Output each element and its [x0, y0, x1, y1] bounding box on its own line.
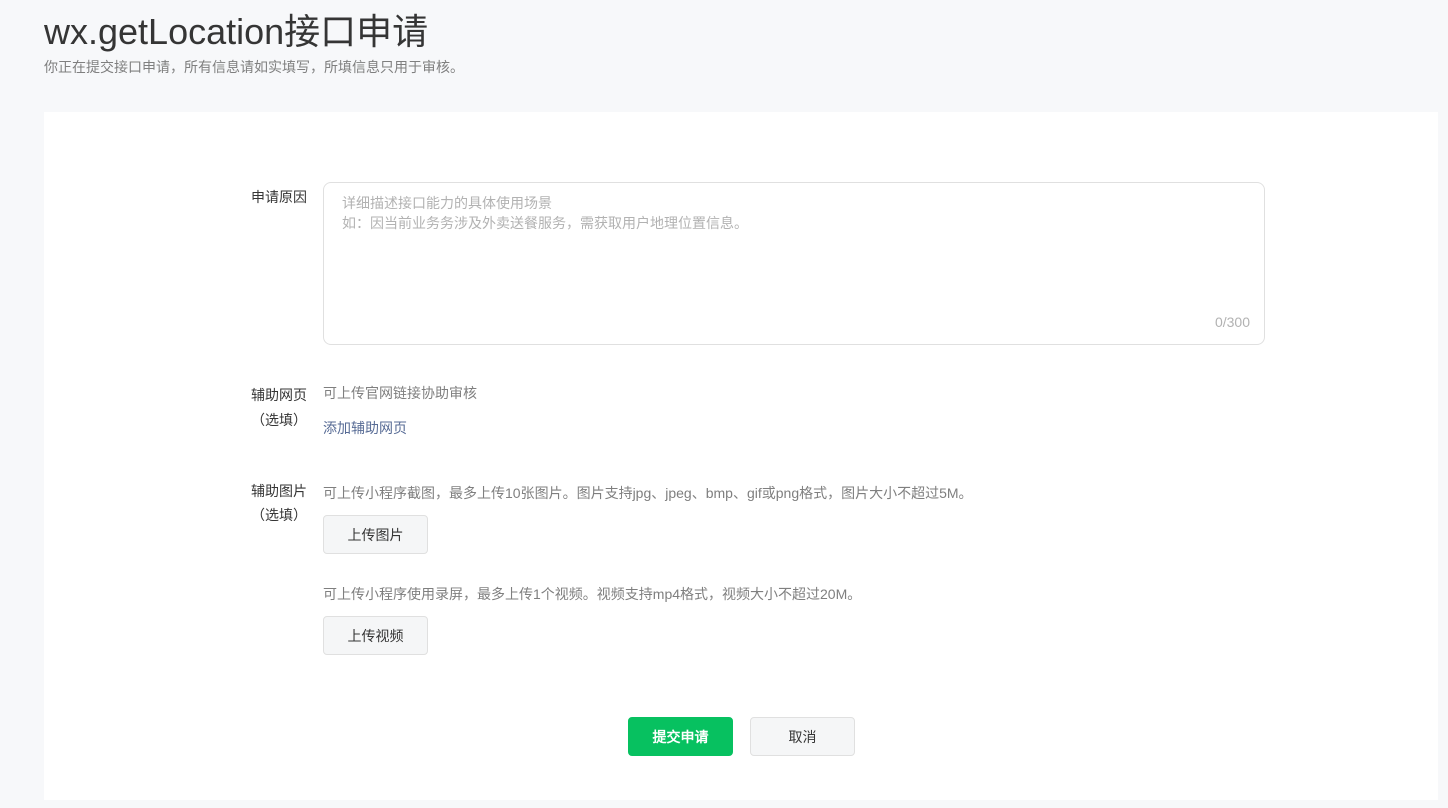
webpage-label: 辅助网页	[251, 387, 307, 403]
upload-video-button[interactable]: 上传视频	[323, 616, 428, 655]
reason-placeholder-line1: 详细描述接口能力的具体使用场景	[342, 195, 552, 211]
upload-image-button[interactable]: 上传图片	[323, 515, 428, 554]
cancel-button[interactable]: 取消	[750, 717, 855, 756]
image-hint: 可上传小程序截图，最多上传10张图片。图片支持jpg、jpeg、bmp、gif或…	[323, 485, 973, 501]
reason-placeholder-line2: 如：因当前业务务涉及外卖送餐服务，需获取用户地理位置信息。	[342, 215, 748, 231]
media-optional: （选填）	[251, 507, 307, 523]
submit-button[interactable]: 提交申请	[628, 717, 733, 756]
webpage-hint: 可上传官网链接协助审核	[323, 385, 477, 401]
video-hint: 可上传小程序使用录屏，最多上传1个视频。视频支持mp4格式，视频大小不超过20M…	[323, 586, 862, 602]
page-title: wx.getLocation接口申请	[44, 11, 429, 52]
reason-textarea[interactable]: 详细描述接口能力的具体使用场景 如：因当前业务务涉及外卖送餐服务，需获取用户地理…	[323, 182, 1265, 345]
media-label: 辅助图片	[251, 483, 307, 499]
webpage-optional: （选填）	[251, 412, 307, 428]
reason-label: 申请原因	[251, 189, 307, 205]
application-form: 申请原因 详细描述接口能力的具体使用场景 如：因当前业务务涉及外卖送餐服务，需获…	[44, 112, 1438, 800]
page-subtitle: 你正在提交接口申请，所有信息请如实填写，所填信息只用于审核。	[44, 59, 464, 75]
char-counter: 0/300	[1214, 314, 1250, 330]
add-webpage-link[interactable]: 添加辅助网页	[323, 418, 407, 438]
